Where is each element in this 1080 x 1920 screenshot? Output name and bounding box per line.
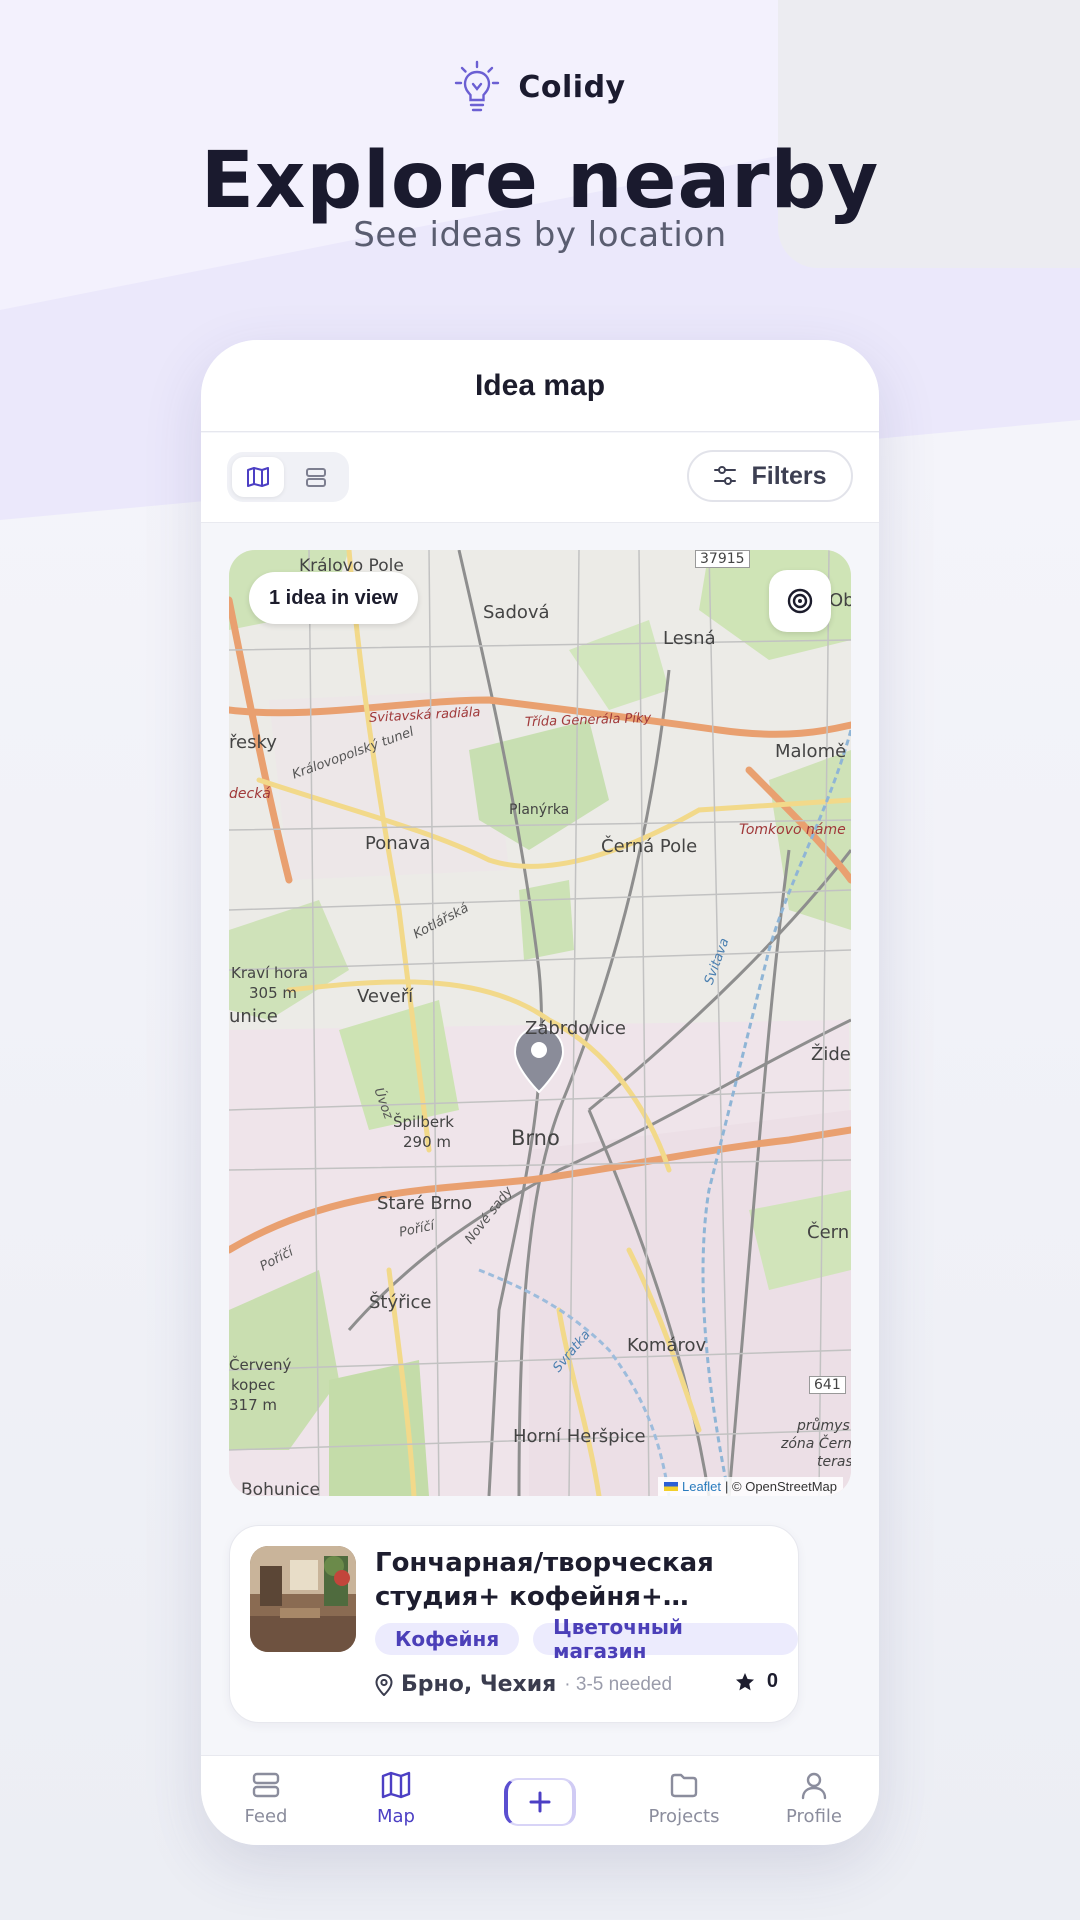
map-label: zóna Čern bbox=[781, 1436, 851, 1452]
app-header: Idea map bbox=[201, 340, 879, 432]
map-label: průmys bbox=[797, 1418, 850, 1434]
flag-icon bbox=[663, 1482, 678, 1491]
nav-label: Feed bbox=[244, 1806, 288, 1827]
toolbar: Filters bbox=[201, 433, 879, 523]
map-label: Planýrka bbox=[509, 802, 570, 818]
map-label: 305 m bbox=[249, 984, 298, 1002]
view-toggle bbox=[227, 452, 349, 502]
idea-rating[interactable]: 0 bbox=[735, 1670, 778, 1693]
map-label: Veveří bbox=[357, 986, 414, 1007]
bottom-nav: Feed Map Projects Profile bbox=[201, 1755, 879, 1845]
map-label: 317 m bbox=[229, 1396, 278, 1414]
nav-map[interactable]: Map bbox=[331, 1756, 461, 1845]
ideas-in-view-badge: 1 idea in view bbox=[249, 572, 418, 624]
map-label: Špilberk bbox=[393, 1113, 454, 1131]
profile-icon bbox=[801, 1772, 827, 1800]
idea-thumbnail bbox=[250, 1546, 356, 1652]
map-label: Zábrdovice bbox=[525, 1018, 626, 1039]
nav-label: Profile bbox=[786, 1806, 842, 1827]
map-label: Brno bbox=[511, 1126, 560, 1150]
nav-projects[interactable]: Projects bbox=[619, 1756, 749, 1845]
leaflet-link[interactable]: Leaflet bbox=[682, 1479, 721, 1494]
brand: Colidy bbox=[0, 60, 1080, 114]
map-label: řesky bbox=[229, 732, 277, 753]
list-view-button[interactable] bbox=[290, 457, 342, 497]
map-label: kopec bbox=[231, 1376, 276, 1394]
map-view-button[interactable] bbox=[232, 457, 284, 497]
star-icon bbox=[735, 1672, 754, 1690]
map-label: unice bbox=[229, 1006, 278, 1027]
road-shield: 37915 bbox=[695, 550, 750, 568]
map-label: Lesná bbox=[663, 628, 716, 649]
nav-profile[interactable]: Profile bbox=[749, 1756, 879, 1845]
page-title: Idea map bbox=[474, 368, 606, 402]
map-label: Malomě bbox=[775, 741, 847, 762]
nav-feed[interactable]: Feed bbox=[201, 1756, 331, 1845]
add-idea-button[interactable] bbox=[504, 1778, 576, 1826]
filters-label: Filters bbox=[751, 461, 827, 490]
map-label: decká bbox=[229, 786, 271, 802]
map-label: Kraví hora bbox=[231, 964, 309, 982]
map-attribution: Leaflet | © OpenStreetMap bbox=[657, 1477, 843, 1496]
map-label: Ponava bbox=[365, 833, 431, 854]
nav-label: Map bbox=[377, 1806, 415, 1827]
rating-count: 0 bbox=[766, 1670, 778, 1692]
tag-chip[interactable]: Кофейня bbox=[375, 1623, 520, 1655]
folder-icon bbox=[670, 1773, 698, 1798]
map-view-icon bbox=[247, 467, 269, 487]
target-icon bbox=[787, 588, 813, 614]
map-label: Černá Pole bbox=[601, 836, 698, 857]
sliders-icon bbox=[714, 466, 737, 485]
map-label: Červený bbox=[229, 1356, 292, 1374]
idea-location: Брно, Чехия bbox=[401, 1672, 557, 1697]
map-label: Bohunice bbox=[241, 1480, 320, 1496]
idea-meta: Брно, Чехия · 3-5 needed bbox=[375, 1672, 672, 1697]
map-label: Horní Heršpice bbox=[513, 1426, 646, 1447]
map-label: Čern bbox=[807, 1222, 850, 1243]
idea-team-needed: · 3-5 needed bbox=[564, 1673, 673, 1695]
hero-title: Explore nearby bbox=[200, 136, 880, 226]
tag-chip[interactable]: Цветочный магазин bbox=[533, 1615, 798, 1663]
feed-icon bbox=[252, 1772, 280, 1798]
map-label: Sadová bbox=[483, 602, 550, 623]
road-shield: 641 bbox=[809, 1376, 846, 1394]
nav-label: Projects bbox=[648, 1806, 720, 1827]
hero-subtitle: See ideas by location bbox=[353, 215, 727, 255]
map-label: 290 m bbox=[403, 1133, 452, 1151]
filters-button[interactable]: Filters bbox=[687, 450, 853, 502]
phone-frame: Idea map Filters Královo Pole Sadová Les… bbox=[201, 340, 879, 1845]
locate-me-button[interactable] bbox=[769, 570, 831, 632]
lightbulb-icon bbox=[455, 60, 500, 112]
map-label: Staré Brno bbox=[377, 1193, 473, 1214]
brand-name: Colidy bbox=[518, 69, 626, 105]
idea-tags: Кофейня Цветочный магазин bbox=[375, 1615, 798, 1663]
idea-title: Гончарная/творческая студия+ кофейня+ цв… bbox=[375, 1548, 714, 1612]
map-label: Žide bbox=[811, 1044, 851, 1065]
map-label: teras bbox=[817, 1454, 851, 1470]
map-label: Ob bbox=[829, 590, 851, 611]
map-label: Štýřice bbox=[369, 1292, 432, 1313]
map-label: Komárov bbox=[627, 1335, 707, 1356]
idea-card[interactable]: Гончарная/творческая студия+ кофейня+ цв… bbox=[229, 1525, 799, 1723]
map-label: Tomkovo náme bbox=[739, 822, 846, 838]
map-view[interactable]: Královo Pole Sadová Lesná Malomě Ob řesk… bbox=[229, 550, 851, 1496]
map-icon bbox=[381, 1771, 411, 1799]
osm-attribution[interactable]: | © OpenStreetMap bbox=[725, 1479, 837, 1494]
location-pin-icon bbox=[375, 1673, 393, 1696]
list-view-icon bbox=[306, 468, 326, 487]
plus-icon bbox=[529, 1791, 551, 1813]
